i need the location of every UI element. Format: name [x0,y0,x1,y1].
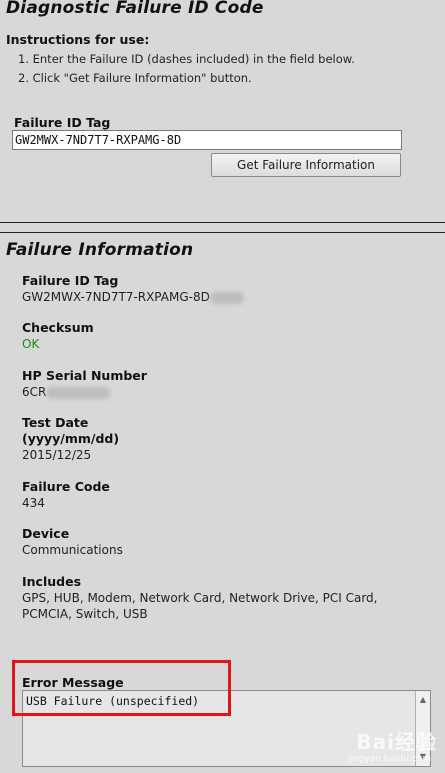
failure-id-tag-input[interactable] [12,130,402,150]
failure-id-tag-value: GW2MWX-7ND7T7-RXPAMG-8D [22,290,244,304]
redacted-blur [209,291,244,304]
serial-number-text: 6CR [22,385,47,399]
instruction-step-1: 1. Enter the Failure ID (dashes included… [18,52,355,66]
device-value: Communications [22,543,123,557]
failure-id-tag-text: GW2MWX-7ND7T7-RXPAMG-8D [22,290,210,304]
failure-information-title: Failure Information [6,240,194,260]
failure-id-tag-heading: Failure ID Tag [22,273,119,288]
watermark-logo: Bai经验 [356,730,437,754]
page: Diagnostic Failure ID Code Instructions … [0,0,445,773]
serial-number-heading: HP Serial Number [22,368,147,383]
test-date-value: 2015/12/25 [22,448,92,462]
checksum-heading: Checksum [22,320,94,335]
failure-code-value: 434 [22,496,45,510]
scroll-up-arrow-icon[interactable]: ▲ [418,695,428,705]
redacted-blur [46,386,111,399]
diagnostic-title: Diagnostic Failure ID Code [6,0,264,18]
includes-value-line-1: GPS, HUB, Modem, Network Card, Network D… [22,591,378,605]
watermark-url: jingyan.baidu.com [347,754,431,764]
test-date-heading: Test Date [22,415,89,430]
error-highlight-box [12,660,231,716]
failure-code-heading: Failure Code [22,479,110,494]
test-date-format: (yyyy/mm/dd) [22,431,120,446]
includes-value-line-2: PCMCIA, Switch, USB [22,607,148,621]
device-heading: Device [22,526,70,541]
checksum-value: OK [22,337,40,351]
section-divider [0,222,445,223]
serial-number-value: 6CR [22,385,111,399]
section-divider [0,232,445,233]
instruction-step-2: 2. Click "Get Failure Information" butto… [18,71,252,85]
instructions-heading: Instructions for use: [6,32,150,47]
includes-heading: Includes [22,574,82,589]
failure-id-tag-label: Failure ID Tag [14,115,111,130]
get-failure-information-button[interactable]: Get Failure Information [211,153,401,177]
